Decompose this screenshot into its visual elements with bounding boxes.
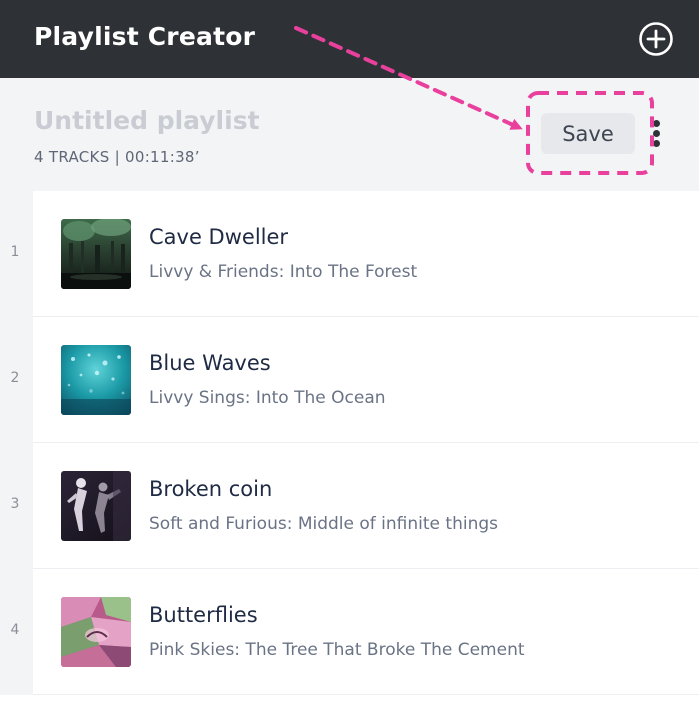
- track-number-gutter: 3: [0, 443, 33, 569]
- track-number-gutter: 2: [0, 317, 33, 443]
- add-playlist-button[interactable]: [638, 21, 674, 57]
- pink-abstract-thumbnail: [61, 597, 131, 667]
- track-subtitle: Livvy Sings: Into The Ocean: [149, 388, 386, 408]
- playlist-meta: 4 TRACKS | 00:11:38’: [34, 148, 200, 166]
- track-number-gutter: 4: [0, 569, 33, 695]
- app-header: Playlist Creator: [0, 0, 699, 78]
- playlist-name[interactable]: Untitled playlist: [34, 106, 260, 135]
- track-number: 1: [10, 244, 20, 260]
- track-list: 1 Cave Dweller Livvy & Friends: Into The…: [0, 191, 699, 705]
- track-title: Cave Dweller: [149, 225, 289, 249]
- album-art: [61, 219, 131, 289]
- more-options-button[interactable]: [650, 120, 662, 150]
- track-row: 3 Broken coin Soft and Furious: Middle o…: [0, 443, 699, 569]
- track-number: 2: [10, 370, 20, 386]
- album-art: [61, 597, 131, 667]
- track-row: 1 Cave Dweller Livvy & Friends: Into The…: [0, 191, 699, 317]
- track-item[interactable]: Blue Waves Livvy Sings: Into The Ocean: [33, 317, 699, 443]
- track-title: Butterflies: [149, 603, 258, 627]
- track-subtitle: Soft and Furious: Middle of infinite thi…: [149, 514, 498, 534]
- ocean-water-thumbnail: [61, 345, 131, 415]
- track-subtitle: Pink Skies: The Tree That Broke The Ceme…: [149, 640, 525, 660]
- track-title: Broken coin: [149, 477, 273, 501]
- track-number: 4: [10, 622, 20, 638]
- track-title: Blue Waves: [149, 351, 271, 375]
- album-art: [61, 471, 131, 541]
- track-number: 3: [10, 496, 20, 512]
- track-number-gutter: 1: [0, 191, 33, 317]
- playlist-info-bar: Untitled playlist 4 TRACKS | 00:11:38’ S…: [0, 78, 699, 191]
- save-button[interactable]: Save: [541, 113, 635, 154]
- forest-cave-thumbnail: [61, 219, 131, 289]
- track-subtitle: Livvy & Friends: Into The Forest: [149, 262, 418, 282]
- track-item[interactable]: Cave Dweller Livvy & Friends: Into The F…: [33, 191, 699, 317]
- track-row: 2 Blue Waves Livvy Sings: Into The Ocean: [0, 317, 699, 443]
- track-row: 4 Butterflies Pink Skies: The Tree That …: [0, 569, 699, 695]
- track-item[interactable]: Butterflies Pink Skies: The Tree That Br…: [33, 569, 699, 695]
- dancers-thumbnail: [61, 471, 131, 541]
- album-art: [61, 345, 131, 415]
- vertical-ellipsis-icon: [652, 120, 660, 127]
- track-item[interactable]: Broken coin Soft and Furious: Middle of …: [33, 443, 699, 569]
- app-title: Playlist Creator: [34, 22, 256, 51]
- plus-circle-icon: [639, 22, 673, 56]
